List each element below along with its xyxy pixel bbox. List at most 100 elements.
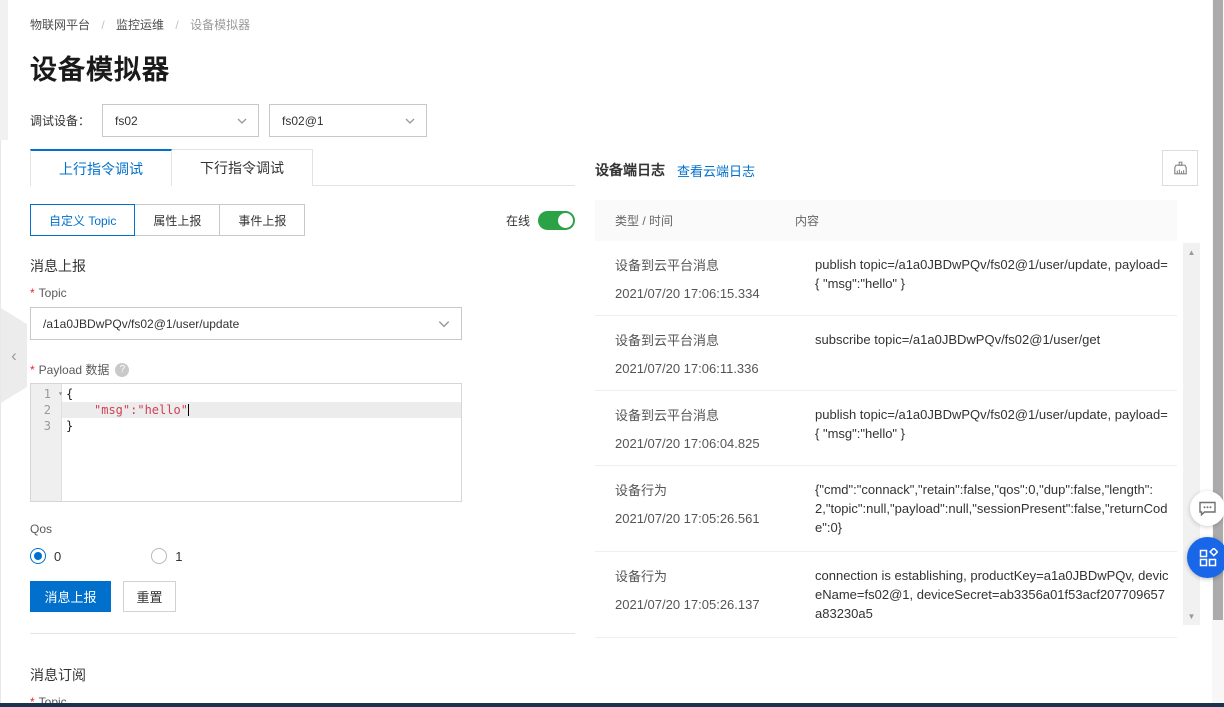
radio-checked-icon[interactable] [30,548,46,564]
log-table-header: 类型 / 时间 内容 [595,200,1177,241]
form-buttons: 消息上报 重置 [30,581,176,612]
tab-downlink-debug[interactable]: 下行指令调试 [172,149,313,186]
log-time: 2021/07/20 17:06:04.825 [615,436,815,451]
qos-label: Qos [30,522,52,536]
breadcrumb-separator: / [101,18,104,32]
debug-direction-tabs: 上行指令调试 下行指令调试 [30,149,575,186]
qos-option-0-label: 0 [54,549,61,564]
clear-log-button[interactable] [1162,150,1198,186]
device-simulator-page: ‹ 物联网平台 / 监控运维 / 设备模拟器 设备模拟器 调试设备： fs02 … [0,0,1224,707]
log-content: connection is establishing, productKey=a… [815,566,1170,623]
topic-select-value: /a1a0JBDwPQv/fs02@1/user/update [43,317,239,331]
chevron-down-icon [236,115,248,127]
column-type-time: 类型 / 时间 [595,212,795,229]
log-type: 设备到云平台消息 [615,330,815,349]
log-type: 设备行为 [615,566,815,585]
log-type: 设备到云平台消息 [615,255,815,274]
log-content: publish topic=/a1a0JBDwPQv/fs02@1/user/u… [815,255,1170,301]
column-content: 内容 [795,212,819,229]
breadcrumb-separator: / [175,18,178,32]
apps-grid-icon [1198,548,1218,568]
product-select-value: fs02 [115,114,138,128]
log-type: 设备到云平台消息 [615,405,815,424]
drawer-collapse-handle[interactable]: ‹ [1,308,27,403]
qos-option-1-label: 1 [175,549,182,564]
scroll-down-arrow-icon[interactable]: ▼ [1183,609,1200,623]
log-rows: 设备到云平台消息 2021/07/20 17:06:15.334 publish … [595,241,1177,638]
device-select[interactable]: fs02@1 [269,104,427,137]
message-report-heading: 消息上报 [30,256,86,276]
scroll-up-arrow-icon[interactable]: ▲ [1183,245,1200,259]
log-row[interactable]: 设备到云平台消息 2021/07/20 17:06:04.825 publish … [595,391,1177,466]
line-number: 3 [44,419,57,433]
device-selector-row: 调试设备： fs02 fs02@1 [30,104,427,137]
line-number: 2 [44,403,57,417]
breadcrumb: 物联网平台 / 监控运维 / 设备模拟器 [30,16,258,33]
text-cursor [188,404,189,416]
submit-message-button[interactable]: 消息上报 [30,581,111,612]
page-title: 设备模拟器 [30,48,170,87]
payload-field-label: *Payload 数据 ? [30,361,129,378]
product-select[interactable]: fs02 [102,104,259,137]
report-mode-row: 自定义 Topic 属性上报 事件上报 在线 [30,204,575,236]
log-time: 2021/07/20 17:06:15.334 [615,286,815,301]
radio-unchecked-icon[interactable] [151,548,167,564]
required-asterisk: * [30,363,35,377]
device-select-value: fs02@1 [282,114,324,128]
breadcrumb-iot-platform[interactable]: 物联网平台 [30,18,90,32]
broom-icon [1172,160,1189,177]
log-row[interactable]: 设备行为 2021/07/20 17:05:26.137 connection i… [595,552,1177,638]
log-row[interactable]: 设备到云平台消息 2021/07/20 17:06:11.336 subscrib… [595,316,1177,391]
log-content: {"cmd":"connack","retain":false,"qos":0,… [815,480,1170,537]
topic-field-label: *Topic [30,286,67,300]
subtab-event-report[interactable]: 事件上报 [219,204,305,236]
collapsed-drawer-strip [0,0,8,140]
log-content: subscribe topic=/a1a0JBDwPQv/fs02@1/user… [815,330,1170,376]
log-content: publish topic=/a1a0JBDwPQv/fs02@1/user/u… [815,405,1170,451]
page-scrollbar-thumb[interactable] [1213,0,1223,620]
qos-radio-group: 0 1 [30,548,182,564]
subtab-property-report[interactable]: 属性上报 [134,204,220,236]
chevron-down-icon [437,317,451,331]
app-center-button[interactable] [1187,537,1224,578]
device-log-title: 设备端日志 [595,160,665,180]
editor-gutter: 1▾ 2 3 [31,384,62,501]
online-toggle-label: 在线 [506,212,530,229]
view-cloud-log-link[interactable]: 查看云端日志 [677,161,755,180]
breadcrumb-device-simulator: 设备模拟器 [190,18,250,32]
online-toggle-wrap: 在线 [506,211,575,230]
log-time: 2021/07/20 17:06:11.336 [615,361,815,376]
message-subscribe-heading: 消息订阅 [30,665,86,685]
payload-code-editor[interactable]: 1▾ 2 3 { "msg":"hello" } [30,383,462,502]
tab-uplink-debug[interactable]: 上行指令调试 [30,149,172,186]
subtab-custom-topic[interactable]: 自定义 Topic [30,204,135,236]
required-asterisk: * [30,286,35,300]
log-type: 设备行为 [615,480,815,499]
code-line: { [62,386,461,402]
breadcrumb-monitoring-ops[interactable]: 监控运维 [116,18,164,32]
log-row[interactable]: 设备行为 2021/07/20 17:05:26.561 {"cmd":"conn… [595,466,1177,552]
section-divider [30,633,575,634]
qos-option-0[interactable]: 0 [30,548,61,564]
editor-code-area[interactable]: { "msg":"hello" } [62,384,461,501]
chat-bubble-icon [1198,500,1217,517]
page-scrollbar[interactable] [1212,0,1224,707]
log-time: 2021/07/20 17:05:26.137 [615,597,815,612]
device-selector-label: 调试设备： [30,112,90,129]
line-number: 1 [44,387,57,401]
toggle-knob [558,213,573,228]
feedback-chat-button[interactable] [1190,491,1224,526]
code-line-active: "msg":"hello" [62,402,461,418]
topic-select[interactable]: /a1a0JBDwPQv/fs02@1/user/update [30,307,462,340]
log-row[interactable]: 设备到云平台消息 2021/07/20 17:06:15.334 publish … [595,241,1177,316]
window-bottom-edge [0,703,1224,707]
help-icon[interactable]: ? [115,363,129,377]
code-line: } [62,418,461,434]
log-time: 2021/07/20 17:05:26.561 [615,511,815,526]
online-toggle[interactable] [538,211,575,230]
qos-option-1[interactable]: 1 [151,548,182,564]
chevron-down-icon [404,115,416,127]
reset-button[interactable]: 重置 [123,581,176,612]
log-panel-header: 设备端日志 查看云端日志 [595,160,755,180]
chevron-left-icon: ‹ [11,346,17,366]
